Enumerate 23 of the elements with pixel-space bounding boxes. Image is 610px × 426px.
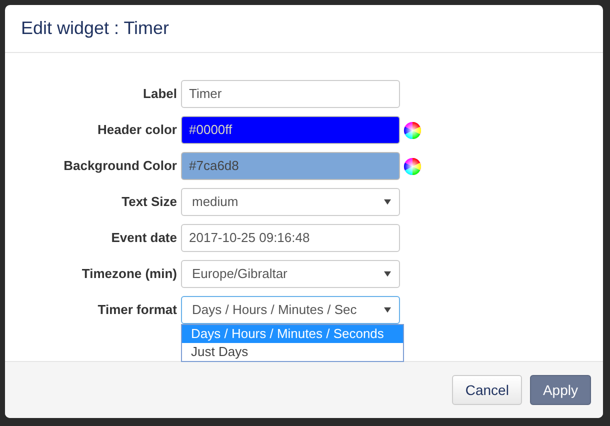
caret-icon	[384, 307, 391, 313]
input-field[interactable]: 2017-10-25 09:16:48	[181, 224, 400, 252]
caret-icon	[384, 271, 391, 277]
select-field[interactable]: Days / Hours / Minutes / Sec	[181, 296, 400, 324]
field-label: Timer format	[96, 301, 178, 319]
cancel-button[interactable]: Cancel	[452, 375, 522, 405]
dropdown-option[interactable]: Just Days	[182, 343, 403, 361]
color-wheel-icon[interactable]	[403, 120, 422, 140]
apply-button[interactable]: Apply	[530, 375, 591, 405]
field-label: Text Size	[120, 193, 178, 211]
field-label: Header color	[96, 121, 178, 139]
dialog-title: Edit widget : Timer	[21, 18, 170, 39]
caret-icon	[384, 199, 391, 205]
select-field[interactable]: Europe/Gibraltar	[181, 260, 400, 288]
color-wheel-icon[interactable]	[403, 156, 422, 176]
field-label: Event date	[110, 229, 178, 247]
field-label: Timezone (min)	[80, 265, 178, 283]
select-field[interactable]: medium	[181, 188, 400, 216]
color-field[interactable]: #7ca6d8	[181, 152, 400, 180]
field-label: Label	[142, 85, 178, 103]
field-label: Background Color	[62, 157, 178, 175]
color-field[interactable]: #0000ff	[181, 116, 400, 144]
input-field[interactable]: Timer	[181, 80, 400, 108]
